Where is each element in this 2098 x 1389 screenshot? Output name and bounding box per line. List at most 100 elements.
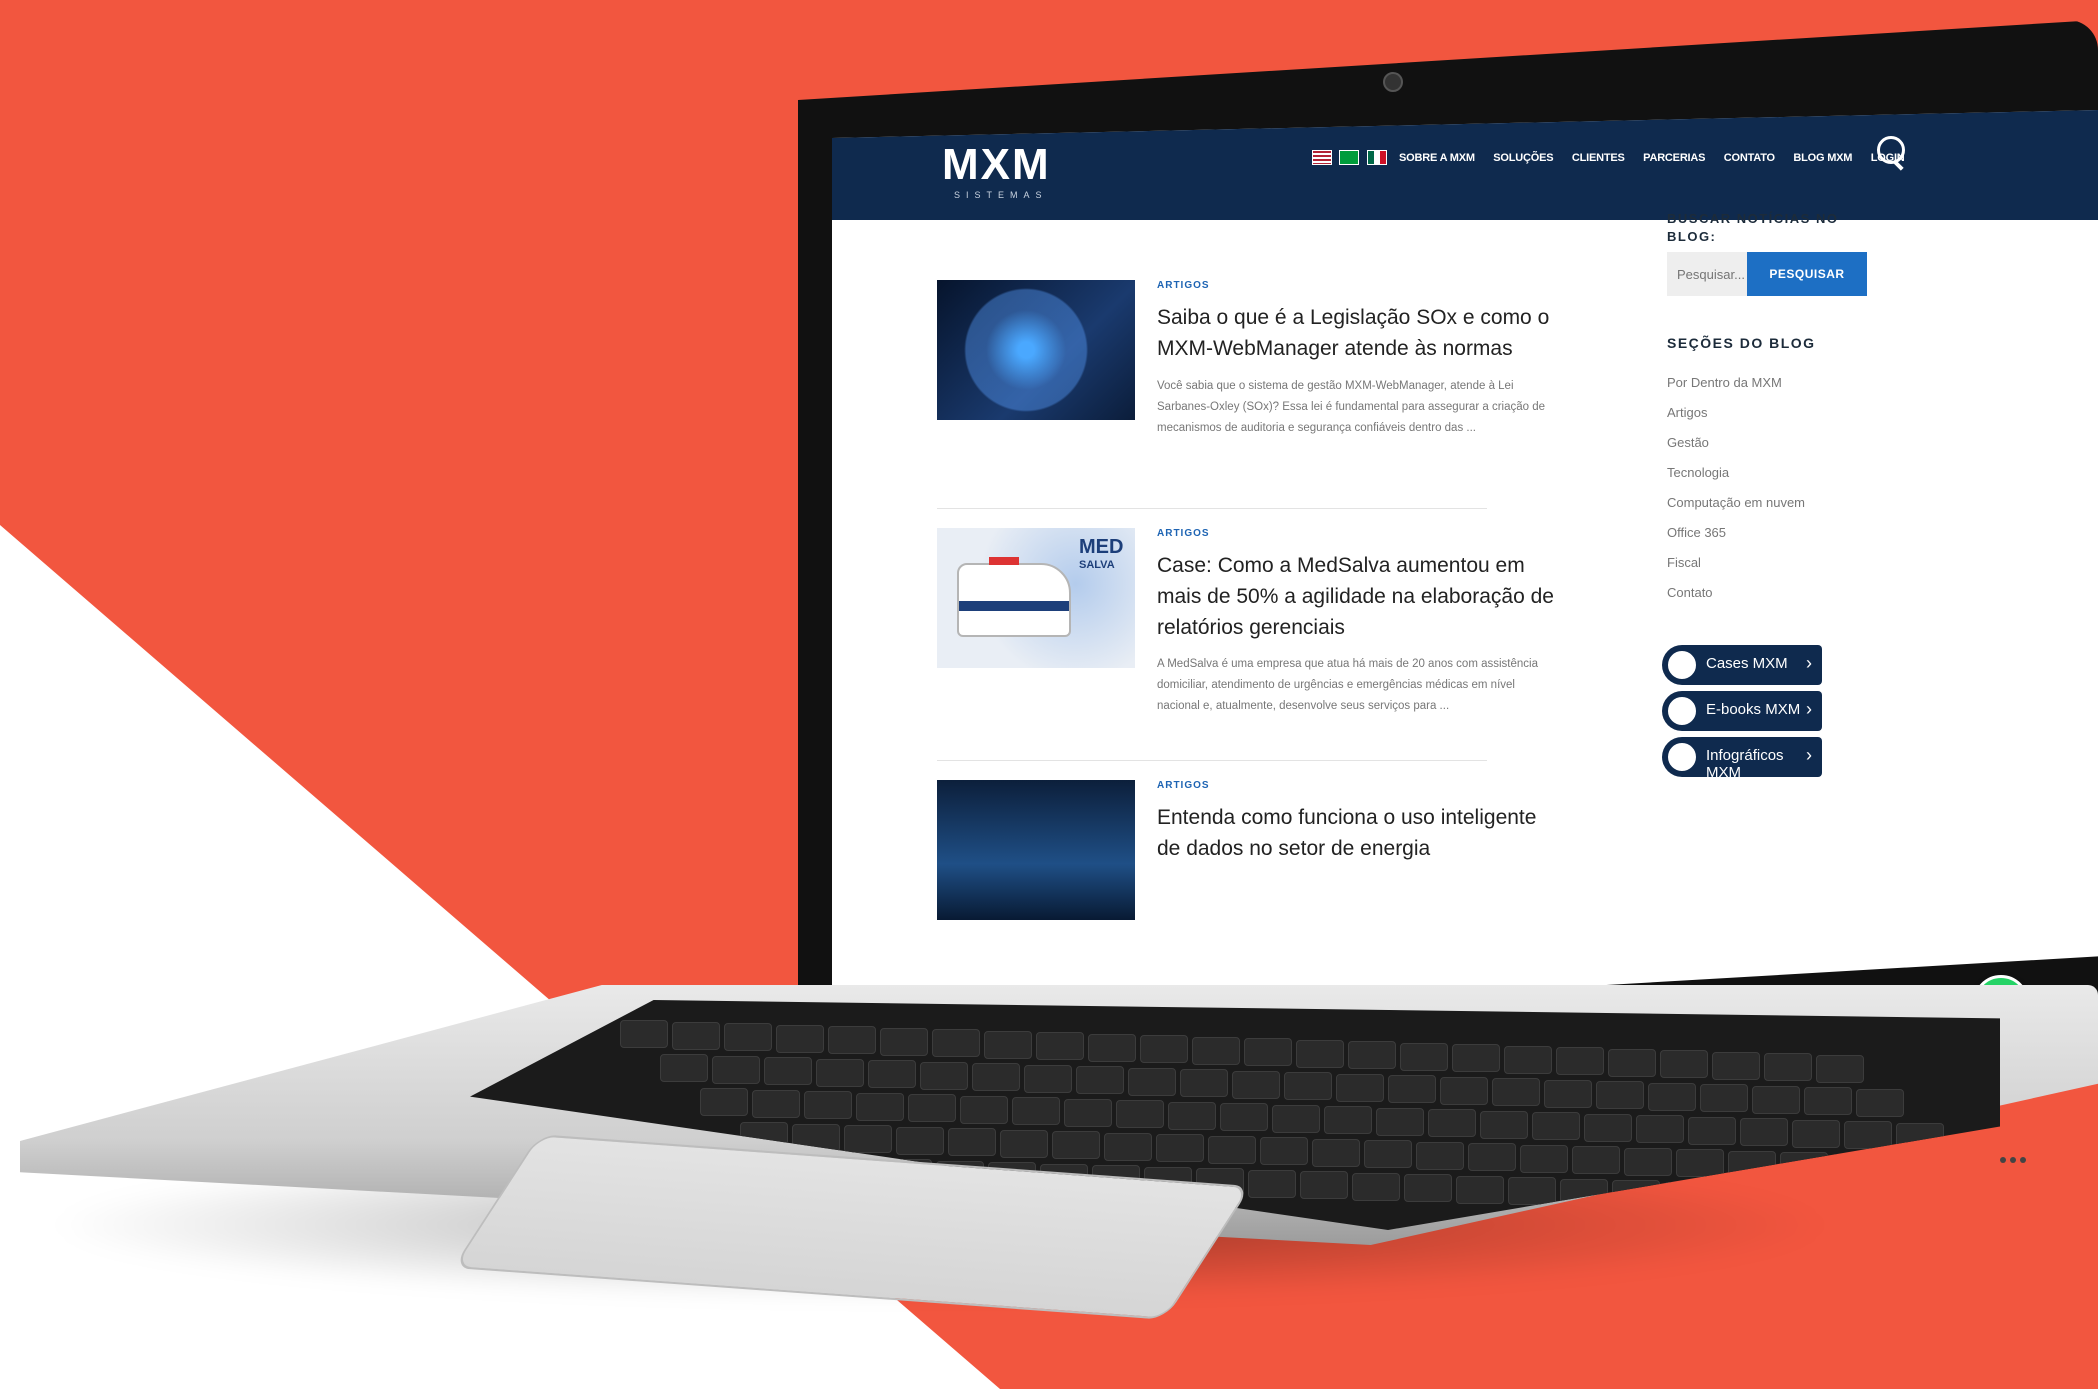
keyboard-key — [932, 1029, 980, 1057]
chevron-right-icon: › — [1806, 653, 1812, 673]
keyboard-key — [1856, 1088, 1904, 1117]
keyboard-key — [1452, 1044, 1500, 1072]
br-flag-icon[interactable] — [1339, 150, 1360, 165]
sidebar-link[interactable]: Computação em nuvem — [1667, 495, 1805, 510]
nav-parcerias[interactable]: PARCERIAS — [1643, 152, 1705, 164]
keyboard-key — [764, 1057, 812, 1085]
us-flag-icon[interactable] — [1312, 150, 1332, 165]
keyboard-key — [896, 1126, 944, 1155]
keyboard-key — [856, 1092, 904, 1121]
post-category[interactable]: ARTIGOS — [1157, 280, 1210, 291]
keyboard-key — [620, 1020, 668, 1048]
keyboard-key — [1440, 1076, 1488, 1105]
ambulance-image — [957, 557, 1071, 637]
keyboard-key — [1180, 1069, 1228, 1097]
nav-sobre[interactable]: SOBRE A MXM — [1399, 152, 1475, 164]
sidebar-link[interactable]: Artigos — [1667, 405, 1707, 420]
infograficos-card[interactable]: Infográficos MXM › — [1662, 737, 1822, 781]
sidebar-search-title: BUSCAR NOTÍCIAS NO BLOG: — [1667, 211, 1839, 244]
keyboard-key — [1324, 1106, 1372, 1134]
ebooks-card[interactable]: E-books MXM › — [1662, 691, 1822, 731]
keyboard-key — [1352, 1172, 1400, 1201]
search-icon[interactable] — [1877, 136, 1905, 164]
keyboard-key — [1740, 1118, 1788, 1146]
keyboard-key — [1400, 1042, 1448, 1071]
keyboard-key — [1572, 1146, 1620, 1174]
nav-blog[interactable]: BLOG MXM — [1793, 152, 1852, 164]
post-thumbnail[interactable] — [937, 280, 1135, 420]
nav-solucoes[interactable]: SOLUÇÕES — [1493, 152, 1553, 164]
keyboard-key — [1416, 1141, 1464, 1170]
keyboard-key — [1052, 1131, 1100, 1159]
post-category[interactable]: ARTIGOS — [1157, 780, 1210, 791]
webcam — [1383, 72, 1403, 92]
keyboard-key — [984, 1030, 1032, 1059]
keyboard-key — [844, 1125, 892, 1153]
book-icon — [1666, 695, 1698, 727]
post-divider — [937, 760, 1487, 761]
keyboard-key — [1024, 1064, 1072, 1093]
keyboard-key — [1884, 1155, 1932, 1183]
nav-contato[interactable]: CONTATO — [1724, 152, 1775, 164]
keyboard-key — [1088, 1033, 1136, 1062]
keyboard-key — [1844, 1121, 1892, 1149]
keyboard-key — [1156, 1134, 1204, 1162]
sidebar-link[interactable]: Por Dentro da MXM — [1667, 375, 1782, 390]
post-item: ARTIGOS Saiba o que é a Legislação SOx e… — [937, 280, 1587, 520]
sidebar-link[interactable]: Tecnologia — [1667, 465, 1729, 480]
keyboard-key — [1764, 1053, 1812, 1081]
keyboard-key — [1520, 1144, 1568, 1173]
keyboard-key — [1936, 1156, 1984, 1185]
post-category[interactable]: ARTIGOS — [1157, 528, 1210, 539]
keyboard-key — [1700, 1084, 1748, 1112]
medsalva-logo-sub: SALVA — [1079, 559, 1115, 571]
keyboard-key — [972, 1063, 1020, 1091]
keyboard-key — [1364, 1140, 1412, 1168]
keyboard-key — [1244, 1038, 1292, 1066]
keyboard-key — [724, 1023, 772, 1051]
keyboard-key — [660, 1054, 708, 1082]
keyboard-key — [1076, 1066, 1124, 1094]
cases-card[interactable]: Cases MXM › — [1662, 645, 1822, 685]
mx-flag-icon[interactable] — [1366, 150, 1387, 165]
keyboard-key — [1532, 1112, 1580, 1140]
keyboard-key — [1284, 1072, 1332, 1100]
keyboard-key — [948, 1128, 996, 1156]
logo-subtitle: SISTEMAS — [954, 190, 1048, 200]
keyboard-key — [1648, 1082, 1696, 1111]
keyboard-key — [1232, 1070, 1280, 1099]
sidebar-link[interactable]: Gestão — [1667, 435, 1709, 450]
keyboard-key — [1300, 1171, 1348, 1199]
sidebar-link[interactable]: Office 365 — [1667, 525, 1726, 540]
sidebar-link[interactable]: Contato — [1667, 585, 1713, 600]
keyboard-key — [1388, 1075, 1436, 1103]
keyboard-key — [1504, 1045, 1552, 1074]
post-thumbnail[interactable]: MED SALVA — [937, 528, 1135, 668]
nav-clientes[interactable]: CLIENTES — [1572, 152, 1625, 164]
keyboard-key — [1012, 1097, 1060, 1125]
keyboard-key — [712, 1055, 760, 1084]
keyboard-key — [1872, 1187, 1920, 1216]
keyboard-key — [960, 1095, 1008, 1124]
keyboard-key — [776, 1024, 824, 1053]
keyboard-key — [1116, 1100, 1164, 1128]
keyboard-key — [1348, 1041, 1396, 1069]
keyboard-key — [1000, 1129, 1048, 1158]
keyboard-key — [1676, 1149, 1724, 1177]
search-button[interactable]: PESQUISAR — [1747, 252, 1867, 296]
keyboard-key — [1272, 1104, 1320, 1133]
keyboard-key — [880, 1027, 928, 1056]
keyboard-key — [1596, 1081, 1644, 1109]
post-thumbnail[interactable] — [937, 780, 1135, 920]
sidebar-link[interactable]: Fiscal — [1667, 555, 1701, 570]
mxm-logo[interactable]: MXM — [942, 140, 1051, 190]
post-title[interactable]: Saiba o que é a Legislação SOx e como o … — [1157, 302, 1557, 364]
keyboard-key — [1128, 1067, 1176, 1096]
post-title[interactable]: Entenda como funciona o uso inteligente … — [1157, 802, 1557, 864]
post-title[interactable]: Case: Como a MedSalva aumentou em mais d… — [1157, 550, 1557, 643]
keyboard-key — [1456, 1175, 1504, 1204]
keyboard-key — [1752, 1085, 1800, 1114]
keyboard-key — [1296, 1039, 1344, 1068]
keyboard-key — [1248, 1169, 1296, 1198]
keyboard-key — [1608, 1048, 1656, 1077]
